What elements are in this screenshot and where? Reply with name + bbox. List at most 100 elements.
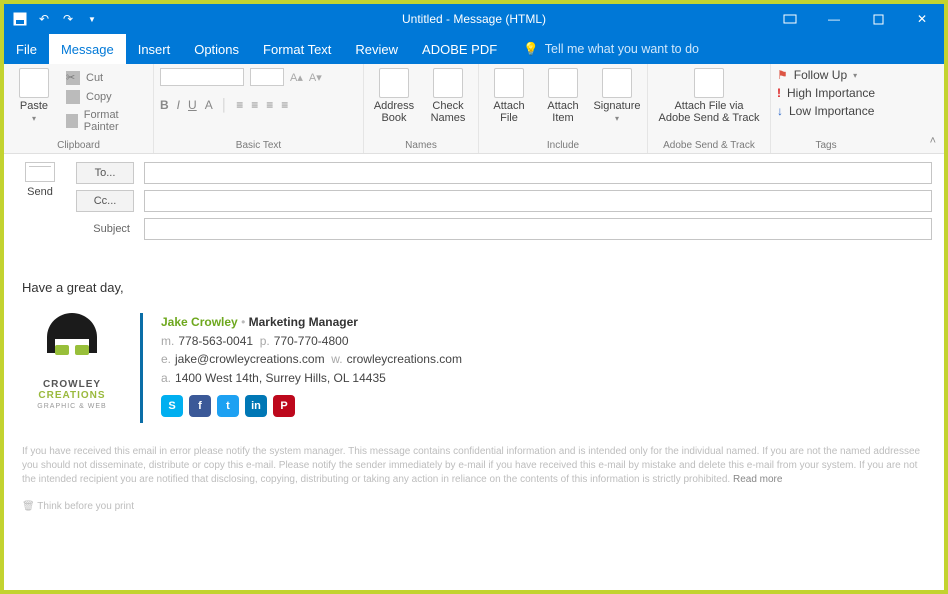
envelope-icon [25, 162, 55, 182]
signoff-text: Have a great day, [22, 280, 926, 295]
indent-icon[interactable]: ≡ [281, 98, 288, 112]
attach-item-icon [548, 68, 578, 98]
compose-header: Send To... Cc... Subject [4, 154, 944, 258]
grow-font-icon[interactable]: A▴ [290, 71, 303, 84]
window-controls: ― ✕ [768, 4, 944, 34]
tab-insert[interactable]: Insert [126, 34, 183, 64]
adobe-attach-button[interactable]: Attach File via Adobe Send & Track [654, 68, 764, 124]
subject-label: Subject [76, 223, 134, 235]
sig-website: crowleycreations.com [347, 352, 462, 366]
cc-button[interactable]: Cc... [76, 190, 134, 212]
minimize-button[interactable]: ― [812, 4, 856, 34]
ribbon-display-icon[interactable] [768, 4, 812, 34]
tab-message[interactable]: Message [49, 34, 126, 64]
avatar-icon [41, 313, 103, 375]
font-size-select[interactable] [250, 68, 284, 86]
align-right-icon[interactable]: ≡ [266, 98, 273, 112]
font-color-button[interactable]: A [205, 98, 213, 112]
paste-label: Paste [20, 100, 48, 112]
to-button[interactable]: To... [76, 162, 134, 184]
group-names: Address Book Check Names Names [364, 64, 479, 153]
brand-name: CROWLEYCREATIONS [38, 379, 105, 401]
undo-icon[interactable]: ↶ [36, 11, 52, 27]
redo-icon[interactable]: ↷ [60, 11, 76, 27]
collapse-ribbon-icon[interactable]: ˄ [930, 135, 936, 147]
group-clipboard: Paste ▾ ✂Cut Copy Format Painter Clipboa… [4, 64, 154, 153]
group-names-label: Names [370, 138, 472, 151]
italic-button[interactable]: I [177, 98, 180, 112]
format-painter-button[interactable]: Format Painter [64, 108, 147, 134]
ribbon-tabs: File Message Insert Options Format Text … [4, 34, 944, 64]
attach-file-button[interactable]: Attach File [485, 68, 533, 124]
high-importance-button[interactable]: !High Importance [777, 86, 875, 100]
subject-input[interactable] [144, 218, 932, 240]
group-basic-text: A▴ A▾ B I U A │ ≡ ≡ ≡ ≡ Basic Text [154, 64, 364, 153]
group-include-label: Include [485, 138, 641, 151]
facebook-icon[interactable]: f [189, 395, 211, 417]
group-include: Attach File Attach Item Signature▾ Inclu… [479, 64, 648, 153]
linkedin-icon[interactable]: in [245, 395, 267, 417]
align-center-icon[interactable]: ≡ [251, 98, 258, 112]
cut-button[interactable]: ✂Cut [64, 70, 147, 86]
address-book-button[interactable]: Address Book [370, 68, 418, 124]
sig-address: 1400 West 14th, Surrey Hills, OL 14435 [175, 371, 386, 385]
disclaimer-text: If you have received this email in error… [22, 445, 926, 487]
lightbulb-icon: 💡 [523, 42, 539, 57]
follow-up-button[interactable]: ⚑Follow Up▾ [777, 68, 875, 82]
signature-logo: CROWLEYCREATIONS GRAPHIC & WEB [22, 313, 122, 410]
read-more-link[interactable]: Read more [733, 474, 782, 485]
skype-icon[interactable]: S [161, 395, 183, 417]
underline-button[interactable]: U [188, 98, 197, 112]
send-button[interactable]: Send [16, 162, 64, 198]
tab-format-text[interactable]: Format Text [251, 34, 343, 64]
signature-button[interactable]: Signature▾ [593, 68, 641, 123]
email-signature: CROWLEYCREATIONS GRAPHIC & WEB Jake Crow… [22, 313, 926, 423]
sig-email: jake@crowleycreations.com [175, 352, 325, 366]
tell-me-placeholder: Tell me what you want to do [545, 42, 699, 56]
check-names-icon [433, 68, 463, 98]
close-button[interactable]: ✕ [900, 4, 944, 34]
signature-icon [602, 68, 632, 98]
copy-icon [66, 90, 80, 104]
ribbon: Paste ▾ ✂Cut Copy Format Painter Clipboa… [4, 64, 944, 154]
shrink-font-icon[interactable]: A▾ [309, 71, 322, 84]
send-label: Send [27, 186, 53, 198]
brand-tagline: GRAPHIC & WEB [37, 403, 106, 410]
address-book-icon [379, 68, 409, 98]
signature-info: Jake Crowley • Marketing Manager m.778-5… [161, 313, 462, 417]
tell-me-search[interactable]: 💡 Tell me what you want to do [509, 34, 699, 64]
brush-icon [66, 114, 78, 128]
tab-file[interactable]: File [4, 34, 49, 64]
paste-button[interactable]: Paste ▾ [10, 68, 58, 123]
attach-item-button[interactable]: Attach Item [539, 68, 587, 124]
font-family-select[interactable] [160, 68, 244, 86]
pinterest-icon[interactable]: P [273, 395, 295, 417]
tab-review[interactable]: Review [343, 34, 410, 64]
message-body[interactable]: Have a great day, CROWLEYCREATIONS GRAPH… [4, 258, 944, 528]
sig-phone: 770-770-4800 [274, 334, 349, 348]
scissors-icon: ✂ [66, 71, 80, 85]
group-tags-label: Tags [777, 138, 875, 151]
copy-button[interactable]: Copy [64, 89, 147, 105]
group-clipboard-label: Clipboard [10, 138, 147, 151]
cc-input[interactable] [144, 190, 932, 212]
low-importance-button[interactable]: ↓Low Importance [777, 104, 875, 118]
tab-adobe-pdf[interactable]: ADOBE PDF [410, 34, 509, 64]
bold-button[interactable]: B [160, 98, 169, 112]
qat-dropdown-icon[interactable]: ▼ [84, 11, 100, 27]
group-adobe-label: Adobe Send & Track [654, 138, 764, 151]
maximize-button[interactable] [856, 4, 900, 34]
to-input[interactable] [144, 162, 932, 184]
chevron-down-icon: ▾ [615, 114, 619, 123]
tab-options[interactable]: Options [182, 34, 251, 64]
social-links: S f t in P [161, 395, 462, 417]
chevron-down-icon: ▾ [853, 71, 857, 80]
save-icon[interactable] [12, 11, 28, 27]
align-left-icon[interactable]: ≡ [236, 98, 243, 112]
check-names-button[interactable]: Check Names [424, 68, 472, 124]
twitter-icon[interactable]: t [217, 395, 239, 417]
group-adobe: Attach File via Adobe Send & Track Adobe… [648, 64, 771, 153]
title-bar: ↶ ↷ ▼ Untitled - Message (HTML) ― ✕ [4, 4, 944, 34]
flag-icon: ⚑ [777, 68, 788, 82]
sig-name: Jake Crowley [161, 315, 238, 329]
